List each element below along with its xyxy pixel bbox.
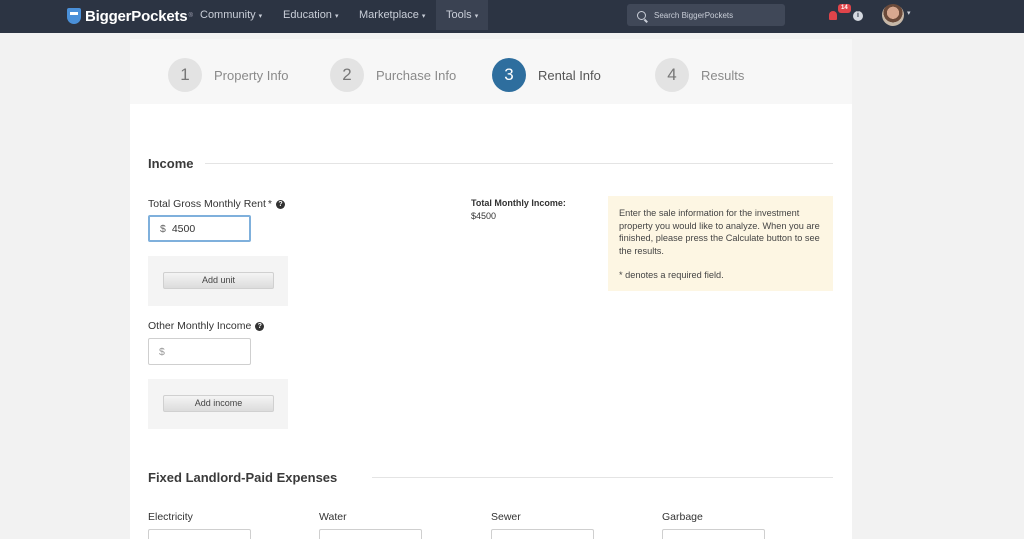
step-number: 4 bbox=[655, 58, 689, 92]
nav-marketplace-label: Marketplace bbox=[359, 9, 419, 21]
step-number: 3 bbox=[492, 58, 526, 92]
step-label: Purchase Info bbox=[376, 67, 457, 83]
nav-marketplace[interactable]: Marketplace ▾ bbox=[359, 0, 425, 30]
help-icon[interactable]: ? bbox=[255, 322, 265, 331]
search-placeholder: Search BiggerPockets bbox=[654, 10, 734, 20]
gross-rent-input[interactable]: $ 4500 bbox=[148, 215, 251, 242]
section-divider bbox=[205, 163, 833, 164]
logo-text: BiggerPockets bbox=[85, 7, 188, 25]
search-input[interactable]: Search BiggerPockets bbox=[627, 4, 785, 26]
gross-rent-value: 4500 bbox=[171, 222, 196, 235]
step-results[interactable]: 4 Results bbox=[655, 58, 744, 92]
step-number: 2 bbox=[330, 58, 364, 92]
step-purchase-info[interactable]: 2 Purchase Info bbox=[330, 58, 456, 92]
section-divider bbox=[372, 477, 833, 478]
logo-shield-icon bbox=[67, 8, 81, 24]
water-input[interactable] bbox=[319, 529, 422, 539]
water-label: Water bbox=[319, 511, 347, 523]
gross-rent-label-text: Total Gross Monthly Rent bbox=[148, 198, 266, 210]
income-section-title: Income bbox=[148, 156, 194, 171]
nav-community[interactable]: Community ▾ bbox=[200, 0, 262, 30]
expenses-section-title: Fixed Landlord-Paid Expenses bbox=[148, 470, 338, 485]
currency-prefix: $ bbox=[160, 222, 166, 235]
other-income-label-text: Other Monthly Income bbox=[148, 320, 252, 332]
step-rental-info[interactable]: 3 Rental Info bbox=[492, 58, 601, 92]
chevron-down-icon[interactable]: ▾ bbox=[907, 9, 911, 17]
step-label: Rental Info bbox=[538, 67, 601, 83]
nav-education[interactable]: Education ▾ bbox=[283, 0, 338, 30]
gross-rent-label: Total Gross Monthly Rent *? bbox=[148, 198, 285, 210]
chevron-down-icon: ▾ bbox=[474, 13, 479, 20]
electricity-label: Electricity bbox=[148, 511, 193, 523]
help-icon[interactable]: ? bbox=[275, 200, 285, 209]
add-unit-panel: Add unit bbox=[148, 256, 288, 306]
garbage-label: Garbage bbox=[662, 511, 703, 523]
required-marker: * bbox=[267, 198, 272, 210]
info-icon[interactable]: i bbox=[853, 11, 863, 21]
currency-prefix: $ bbox=[159, 345, 165, 358]
required-legend: * denotes a required field. bbox=[619, 270, 724, 281]
garbage-input[interactable] bbox=[662, 529, 765, 539]
other-income-label: Other Monthly Income? bbox=[148, 320, 265, 332]
sewer-input[interactable] bbox=[491, 529, 594, 539]
other-income-input[interactable]: $ bbox=[148, 338, 251, 365]
add-income-panel: Add income bbox=[148, 379, 288, 429]
calculator-card: 1 Property Info 2 Purchase Info 3 Rental… bbox=[130, 39, 852, 539]
notifications-bell-icon[interactable] bbox=[829, 11, 837, 20]
instructions-note: Enter the sale information for the inves… bbox=[608, 196, 833, 291]
logo-registered-mark: ® bbox=[188, 13, 193, 19]
nav-community-label: Community bbox=[200, 9, 256, 21]
total-income-value: $4500 bbox=[471, 211, 497, 221]
step-label: Property Info bbox=[214, 67, 289, 83]
nav-tools-label: Tools bbox=[446, 9, 472, 21]
nav-education-label: Education bbox=[283, 9, 332, 21]
notification-count-badge: 14 bbox=[838, 4, 851, 13]
step-progress: 1 Property Info 2 Purchase Info 3 Rental… bbox=[130, 39, 852, 104]
chevron-down-icon: ▾ bbox=[421, 13, 426, 20]
search-icon bbox=[637, 10, 646, 20]
chevron-down-icon: ▾ bbox=[258, 13, 263, 20]
logo[interactable]: BiggerPockets ® bbox=[67, 6, 193, 26]
step-label: Results bbox=[701, 67, 745, 83]
instructions-text: Enter the sale information for the inves… bbox=[619, 208, 820, 256]
nav-tools[interactable]: Tools ▾ bbox=[436, 0, 489, 30]
electricity-input[interactable] bbox=[148, 529, 251, 539]
add-income-button[interactable]: Add income bbox=[163, 395, 274, 412]
chevron-down-icon: ▾ bbox=[334, 13, 339, 20]
total-income-label: Total Monthly Income: bbox=[471, 198, 566, 208]
sewer-label: Sewer bbox=[491, 511, 521, 523]
top-nav: BiggerPockets ® Community ▾ Education ▾ Ma… bbox=[0, 0, 1024, 33]
step-property-info[interactable]: 1 Property Info bbox=[168, 58, 288, 92]
add-unit-button[interactable]: Add unit bbox=[163, 272, 274, 289]
avatar[interactable] bbox=[882, 4, 904, 26]
step-number: 1 bbox=[168, 58, 202, 92]
